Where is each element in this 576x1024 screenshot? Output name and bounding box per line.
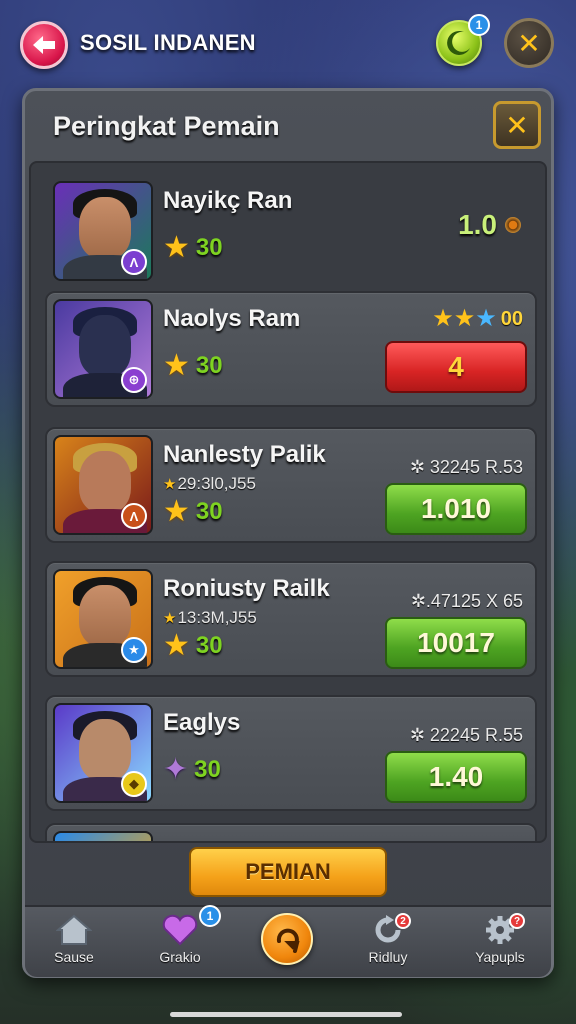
level-display: ★ 30 (163, 497, 223, 527)
avatar: ◆ (53, 703, 153, 803)
level-display: ✦ 30 (163, 755, 221, 785)
player-stat: ✲.47125 X 65 (410, 591, 523, 611)
swirl-icon (276, 928, 300, 953)
star-icon: ✦ (163, 753, 189, 786)
list-item[interactable]: Λ Nayikç Ran ★ 30 1.0 (45, 173, 537, 289)
player-name: Eaglys (163, 709, 241, 736)
class-emblem-icon: ★ (121, 637, 147, 663)
list-item[interactable]: ★ Roniusty Railk ★13:3M,J55 ★ 30 ✲.47125… (45, 561, 537, 677)
nav-item-yapupls[interactable]: ? Yapupls (455, 911, 545, 975)
player-list[interactable]: Λ Nayikç Ran ★ 30 1.0 ⊕ Naolys Ram ★ 30 (29, 161, 547, 843)
nav-item-grakio[interactable]: 1 Grakio (135, 905, 225, 975)
avatar: ★ (53, 569, 153, 669)
nav-item-sause[interactable]: Sause (29, 911, 119, 975)
list-item[interactable]: ◆ Eaglys ✦ 30 ✲ 22245 R.55 1.40 (45, 695, 537, 811)
notification-badge: 1 (199, 905, 221, 927)
subtext-value: 29:3l0,J55 (177, 474, 256, 493)
home-indicator[interactable] (170, 1012, 402, 1017)
home-icon (56, 914, 92, 945)
moon-icon (447, 30, 470, 55)
player-name: Roniusty Railk (163, 575, 330, 602)
player-name: Naolys Ram (163, 305, 301, 332)
level-display: ★ 30 (163, 233, 223, 263)
star-icon: ★ (163, 610, 177, 627)
player-name: Nanlesty Palik (163, 441, 326, 468)
screen-title: SOSIL INDANEN (80, 30, 256, 55)
notification-badge: ? (509, 913, 525, 929)
list-item[interactable]: Λ Nanlesty Palik ★29:3l0,J55 ★ 30 ✲ 3224… (45, 427, 537, 543)
center-action-button[interactable] (261, 913, 313, 965)
moon-button[interactable]: 1 (436, 14, 490, 66)
player-subtext: ★29:3l0,J55 (163, 474, 256, 494)
nav-label: Yapupls (475, 949, 525, 965)
player-level: 30 (195, 632, 223, 659)
star-icon: ★ (163, 629, 190, 662)
bottom-nav: Sause 1 Grakio 2 Ridluy ? Yapupls (25, 905, 551, 977)
avatar (53, 831, 153, 841)
pemian-button[interactable]: PEMIAN (189, 847, 387, 897)
avatar: Λ (53, 435, 153, 535)
class-emblem-icon: ⊕ (121, 367, 147, 393)
top-bar: SOSIL INDANEN 1 ✕ (0, 0, 576, 86)
player-level: 30 (195, 498, 223, 525)
star-icon: ★ (163, 495, 190, 528)
close-icon: ✕ (517, 27, 541, 59)
star-icon: ★ (163, 349, 190, 382)
coin-icon (505, 217, 521, 233)
star-icon: ★ (475, 305, 497, 332)
class-emblem-icon: ◆ (121, 771, 147, 797)
score-value: 1.0 (458, 209, 497, 240)
level-display: ★ 30 (163, 351, 223, 381)
player-level: 30 (195, 352, 223, 379)
star-count: 00 (500, 307, 523, 330)
player-subtext: ★13:3M,J55 (163, 608, 257, 628)
player-name: Nayikç Ran (163, 187, 293, 214)
level-display: ★ 30 (163, 631, 223, 661)
avatar: Λ (53, 181, 153, 281)
class-emblem-icon: Λ (121, 503, 147, 529)
star-icon: ★ (163, 476, 177, 493)
nav-item-ridluy[interactable]: 2 Ridluy (343, 911, 433, 975)
notification-badge: 2 (395, 913, 411, 929)
player-action-button[interactable]: 10017 (385, 617, 527, 669)
list-item[interactable]: ⊕ Naolys Ram ★ 30 ★ ★ ★ 00 4 (45, 291, 537, 407)
back-button[interactable] (20, 21, 68, 69)
panel-close-button[interactable]: ✕ (493, 101, 541, 149)
player-stat: ✲ 22245 R.55 (409, 725, 523, 745)
close-screen-button[interactable]: ✕ (504, 18, 554, 68)
star-rating: ★ ★ ★ 00 (432, 307, 523, 331)
class-emblem-icon: Λ (121, 249, 147, 275)
subtext-value: 13:3M,J55 (177, 608, 257, 627)
panel-title: Peringkat Pemain (53, 111, 280, 141)
arrow-left-icon (33, 36, 55, 54)
heart-icon (162, 914, 198, 946)
list-item[interactable] (45, 823, 537, 841)
notification-badge: 1 (468, 14, 490, 36)
close-icon: ✕ (505, 109, 529, 141)
avatar: ⊕ (53, 299, 153, 399)
star-icon: ★ (453, 305, 476, 332)
star-icon: ★ (432, 305, 454, 332)
nav-label: Sause (54, 949, 94, 965)
player-level: 30 (194, 756, 221, 783)
player-action-button[interactable]: 1.40 (385, 751, 527, 803)
player-action-button[interactable]: 1.010 (385, 483, 527, 535)
leaderboard-panel: Peringkat Pemain ✕ Λ Nayikç Ran ★ 30 1.0 (22, 88, 554, 978)
player-stat: ✲ 32245 R.53 (409, 457, 523, 477)
player-level: 30 (195, 234, 223, 261)
nav-label: Grakio (159, 949, 201, 965)
player-action-button[interactable]: 4 (385, 341, 527, 393)
nav-label: Ridluy (368, 949, 408, 965)
star-icon: ★ (163, 231, 190, 264)
player-score: 1.0 (458, 209, 521, 241)
